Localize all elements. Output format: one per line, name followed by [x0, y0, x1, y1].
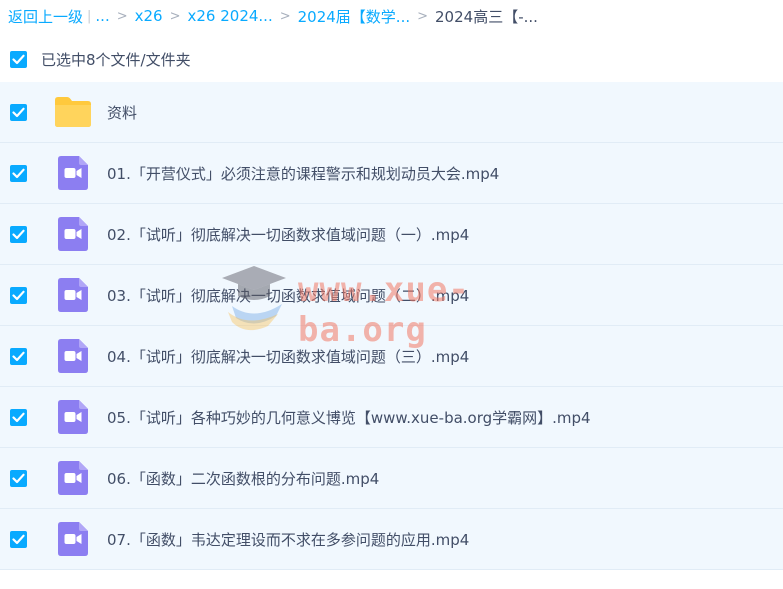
video-file-icon — [54, 216, 92, 252]
row-checkbox[interactable] — [10, 347, 27, 365]
file-name: 04.「试听」彻底解决一切函数求值域问题（三）.mp4 — [107, 347, 470, 366]
breadcrumb: 返回上一级 | ... > x26 > x26 2024... > 2024届【… — [8, 0, 778, 32]
list-item-video[interactable]: 04.「试听」彻底解决一切函数求值域问题（三）.mp4 — [0, 326, 783, 387]
file-name: 01.「开营仪式」必须注意的课程警示和规划动员大会.mp4 — [107, 164, 500, 183]
list-item-video[interactable]: 05.「试听」各种巧妙的几何意义博览【www.xue-ba.org学霸网】.mp… — [0, 387, 783, 448]
check-icon — [12, 54, 25, 64]
list-item-video[interactable]: 07.「函数」韦达定理设而不求在多参问题的应用.mp4 — [0, 509, 783, 570]
check-icon — [12, 534, 25, 544]
chevron-right-icon: > — [116, 8, 128, 24]
list-item-folder[interactable]: 资料 — [0, 82, 783, 143]
file-name: 03.「试听」彻底解决一切函数求值域问题（二）.mp4 — [107, 286, 470, 305]
row-checkbox[interactable] — [10, 103, 27, 121]
breadcrumb-item-x26-2024[interactable]: x26 2024... — [188, 7, 273, 25]
folder-icon — [54, 94, 92, 130]
file-name: 05.「试听」各种巧妙的几何意义博览【www.xue-ba.org学霸网】.mp… — [107, 408, 591, 427]
selection-count-text: 已选中8个文件/文件夹 — [41, 50, 191, 69]
check-icon — [12, 473, 25, 483]
breadcrumb-item-2024-math[interactable]: 2024届【数学... — [298, 6, 410, 27]
back-link[interactable]: 返回上一级 — [8, 6, 83, 27]
check-icon — [12, 229, 25, 239]
video-file-icon — [54, 399, 92, 435]
file-name: 07.「函数」韦达定理设而不求在多参问题的应用.mp4 — [107, 530, 470, 549]
row-checkbox[interactable] — [10, 225, 27, 243]
check-icon — [12, 290, 25, 300]
row-checkbox[interactable] — [10, 469, 27, 487]
video-file-icon — [54, 521, 92, 557]
select-all-checkbox[interactable] — [10, 50, 27, 68]
video-file-icon — [54, 155, 92, 191]
video-file-icon — [54, 460, 92, 496]
video-file-icon — [54, 277, 92, 313]
check-icon — [12, 412, 25, 422]
file-browser: 返回上一级 | ... > x26 > x26 2024... > 2024届【… — [0, 0, 783, 589]
breadcrumb-item-ellipsis[interactable]: ... — [95, 7, 109, 25]
breadcrumb-separator: | — [87, 8, 92, 24]
breadcrumb-item-x26[interactable]: x26 — [135, 7, 163, 25]
file-list: 资料 01.「开营仪式」必须注意的课程警示和规划动员大会.mp4 02.「试听」… — [0, 82, 783, 570]
list-item-video[interactable]: 06.「函数」二次函数根的分布问题.mp4 — [0, 448, 783, 509]
check-icon — [12, 351, 25, 361]
selection-summary: 已选中8个文件/文件夹 — [0, 42, 783, 76]
row-checkbox[interactable] — [10, 164, 27, 182]
chevron-right-icon: > — [417, 8, 429, 24]
file-name: 资料 — [107, 103, 138, 122]
file-name: 02.「试听」彻底解决一切函数求值域问题（一）.mp4 — [107, 225, 470, 244]
list-item-video[interactable]: 01.「开营仪式」必须注意的课程警示和规划动员大会.mp4 — [0, 143, 783, 204]
row-checkbox[interactable] — [10, 408, 27, 426]
list-item-video[interactable]: 02.「试听」彻底解决一切函数求值域问题（一）.mp4 — [0, 204, 783, 265]
video-file-icon — [54, 338, 92, 374]
chevron-right-icon: > — [279, 8, 291, 24]
check-icon — [12, 107, 25, 117]
breadcrumb-current-folder: 2024高三【-... — [435, 7, 538, 26]
row-checkbox[interactable] — [10, 530, 27, 548]
chevron-right-icon: > — [169, 8, 181, 24]
row-checkbox[interactable] — [10, 286, 27, 304]
file-name: 06.「函数」二次函数根的分布问题.mp4 — [107, 469, 380, 488]
list-item-video[interactable]: 03.「试听」彻底解决一切函数求值域问题（二）.mp4 — [0, 265, 783, 326]
check-icon — [12, 168, 25, 178]
